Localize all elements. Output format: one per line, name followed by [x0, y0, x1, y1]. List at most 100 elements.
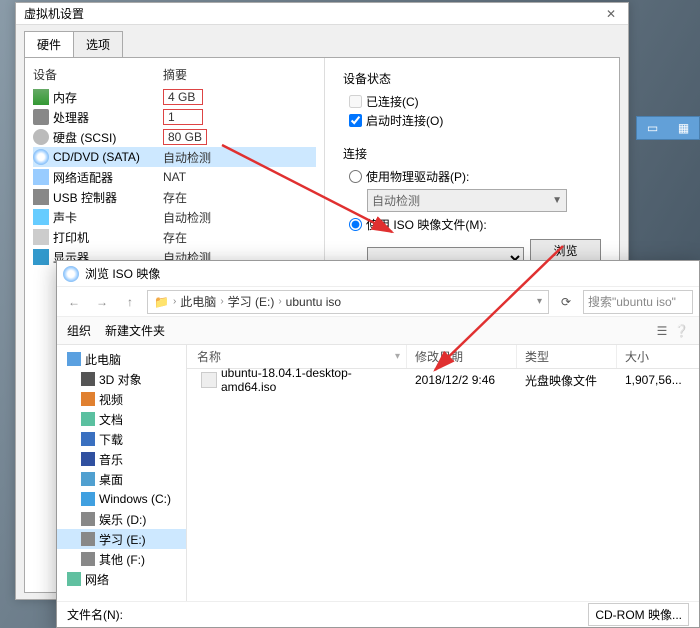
device-value: 1: [163, 109, 203, 125]
tree-icon: [81, 392, 95, 406]
tree-item-9[interactable]: 学习 (E:): [57, 529, 186, 549]
col-summary: 摘要: [163, 66, 187, 83]
grid-icon[interactable]: ▦: [678, 121, 689, 135]
tree-label: 学习 (E:): [99, 531, 146, 548]
tree-item-2[interactable]: 视频: [57, 389, 186, 409]
app-toolbar-icons[interactable]: ▭ ▦: [636, 116, 700, 140]
device-value: 自动检测: [163, 149, 211, 166]
device-icon: [33, 189, 49, 205]
tree-item-10[interactable]: 其他 (F:): [57, 549, 186, 569]
chk-connect-on-start[interactable]: 启动时连接(O): [349, 112, 601, 129]
device-name: USB 控制器: [53, 189, 163, 206]
device-row-1[interactable]: 处理器1: [33, 107, 316, 127]
device-icon: [33, 109, 49, 125]
view-icon[interactable]: ☰: [657, 324, 668, 338]
device-icon: [33, 89, 49, 105]
device-name: 打印机: [53, 229, 163, 246]
device-value: NAT: [163, 170, 186, 184]
tab-hardware[interactable]: 硬件: [24, 31, 74, 57]
col-size[interactable]: 大小: [617, 345, 697, 368]
window-icon[interactable]: ▭: [647, 121, 658, 135]
tree-item-3[interactable]: 文档: [57, 409, 186, 429]
tree-label: 桌面: [99, 471, 123, 488]
tree-label: 视频: [99, 391, 123, 408]
device-icon: [33, 209, 49, 225]
tree-label: 此电脑: [85, 351, 121, 368]
device-icon: [33, 149, 49, 165]
col-type[interactable]: 类型: [517, 345, 617, 368]
device-row-0[interactable]: 内存4 GB: [33, 87, 316, 107]
group-connection: 连接: [343, 145, 601, 162]
tree-item-0[interactable]: 此电脑: [57, 349, 186, 369]
device-value: 80 GB: [163, 129, 207, 145]
tree-icon: [81, 432, 95, 446]
organize-menu[interactable]: 组织: [67, 322, 91, 339]
iso-icon: [63, 266, 79, 282]
device-icon: [33, 229, 49, 245]
tree-label: 网络: [85, 571, 109, 588]
tree-label: 其他 (F:): [99, 551, 145, 568]
col-name[interactable]: 名称▾: [187, 345, 407, 368]
group-status: 设备状态: [343, 70, 601, 87]
chk-connected[interactable]: 已连接(C): [349, 93, 601, 110]
help-icon[interactable]: ❔: [674, 324, 689, 338]
nav-back-icon[interactable]: ←: [63, 291, 85, 313]
device-row-2[interactable]: 硬盘 (SCSI)80 GB: [33, 127, 316, 147]
chevron-down-icon: ▼: [552, 195, 562, 206]
device-row-7[interactable]: 打印机存在: [33, 227, 316, 247]
device-name: 内存: [53, 89, 163, 106]
tree-item-5[interactable]: 音乐: [57, 449, 186, 469]
device-row-5[interactable]: USB 控制器存在: [33, 187, 316, 207]
close-icon[interactable]: ✕: [602, 7, 620, 21]
tree-icon: [81, 412, 95, 426]
tree-item-7[interactable]: Windows (C:): [57, 489, 186, 509]
device-name: 声卡: [53, 209, 163, 226]
tree-icon: [67, 352, 81, 366]
file-row[interactable]: ubuntu-18.04.1-desktop-amd64.iso 2018/12…: [187, 369, 699, 391]
file-list: 名称▾ 修改日期 类型 大小 ubuntu-18.04.1-desktop-am…: [187, 345, 699, 601]
device-row-3[interactable]: CD/DVD (SATA)自动检测: [33, 147, 316, 167]
col-date[interactable]: 修改日期: [407, 345, 517, 368]
nav-forward-icon[interactable]: →: [91, 291, 113, 313]
combo-physical-drive[interactable]: 自动检测▼: [367, 189, 567, 212]
device-icon: [33, 129, 49, 145]
device-row-4[interactable]: 网络适配器NAT: [33, 167, 316, 187]
nav-up-icon[interactable]: ↑: [119, 291, 141, 313]
breadcrumb[interactable]: 📁 › 此电脑› 学习 (E:)› ubuntu iso ▾: [147, 290, 549, 314]
settings-titlebar: 虚拟机设置 ✕: [16, 3, 628, 25]
tree-icon: [81, 492, 95, 506]
tree-icon: [81, 472, 95, 486]
tree-item-4[interactable]: 下载: [57, 429, 186, 449]
tree-label: 下载: [99, 431, 123, 448]
tree-item-11[interactable]: 网络: [57, 569, 186, 589]
tree-item-1[interactable]: 3D 对象: [57, 369, 186, 389]
device-name: CD/DVD (SATA): [53, 150, 163, 164]
device-value: 存在: [163, 229, 187, 246]
tree-label: Windows (C:): [99, 492, 171, 506]
open-title: 浏览 ISO 映像: [85, 265, 160, 282]
browse-iso-dialog: 浏览 ISO 映像 ← → ↑ 📁 › 此电脑› 学习 (E:)› ubuntu…: [56, 260, 700, 628]
chevron-down-icon[interactable]: ▾: [537, 296, 542, 307]
new-folder-button[interactable]: 新建文件夹: [105, 322, 165, 339]
search-input[interactable]: 搜索"ubuntu iso": [583, 290, 693, 314]
device-name: 网络适配器: [53, 169, 163, 186]
device-row-6[interactable]: 声卡自动检测: [33, 207, 316, 227]
radio-physical-drive[interactable]: 使用物理驱动器(P):: [349, 168, 601, 185]
tree-icon: [81, 512, 95, 526]
tree-icon: [81, 552, 95, 566]
tree-label: 文档: [99, 411, 123, 428]
tab-options[interactable]: 选项: [73, 31, 123, 57]
device-name: 硬盘 (SCSI): [53, 129, 163, 146]
filter-combo[interactable]: CD-ROM 映像...: [588, 603, 689, 626]
tree-label: 娱乐 (D:): [99, 511, 146, 528]
device-icon: [33, 169, 49, 185]
tree-item-8[interactable]: 娱乐 (D:): [57, 509, 186, 529]
radio-iso-file[interactable]: 使用 ISO 映像文件(M):: [349, 216, 601, 233]
device-value: 存在: [163, 189, 187, 206]
open-titlebar: 浏览 ISO 映像: [57, 261, 699, 287]
tree-item-6[interactable]: 桌面: [57, 469, 186, 489]
settings-tabs: 硬件 选项: [16, 25, 628, 57]
refresh-icon[interactable]: ⟳: [555, 295, 577, 309]
tree-icon: [67, 572, 81, 586]
tree-icon: [81, 372, 95, 386]
